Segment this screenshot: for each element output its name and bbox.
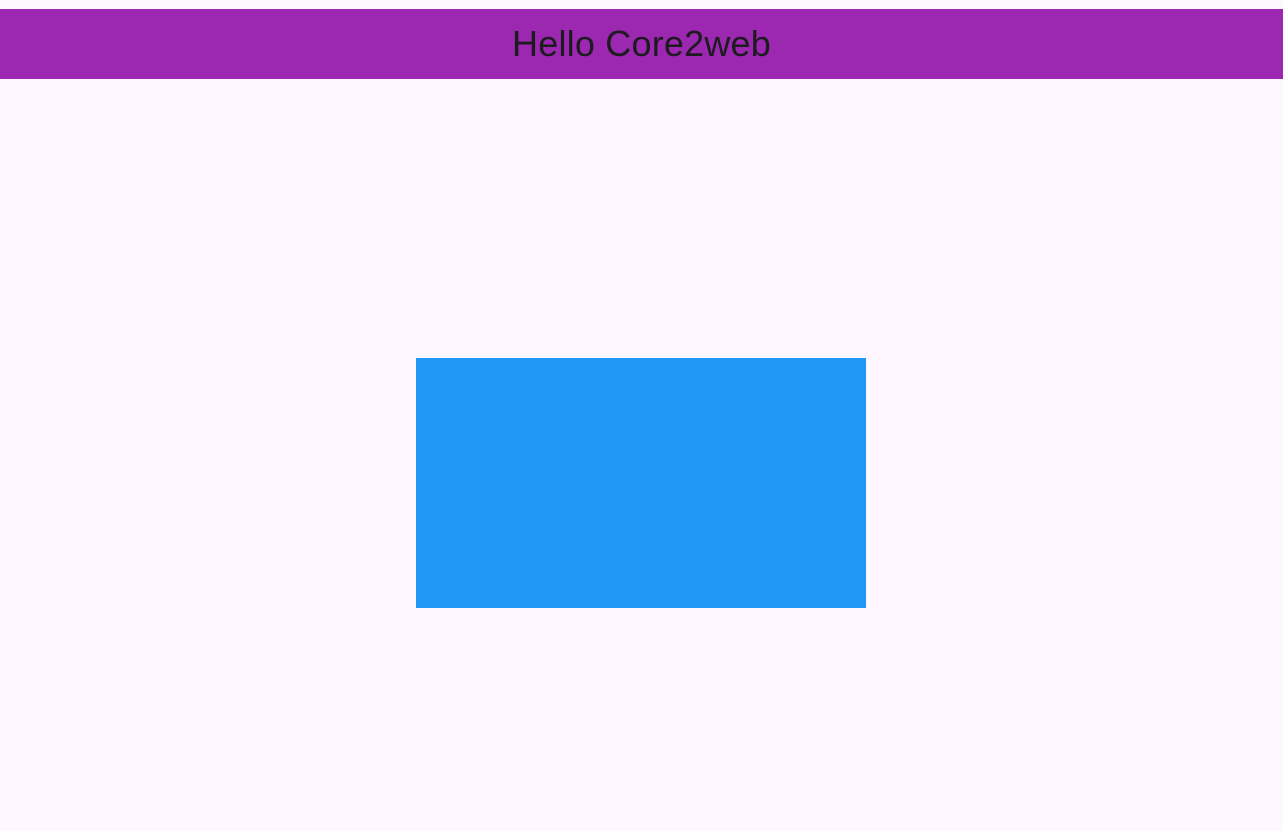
app-bar-title: Hello Core2web — [512, 23, 771, 64]
app-bar: Hello Core2web — [0, 9, 1283, 79]
status-bar-strip — [0, 0, 1283, 9]
blue-container — [416, 358, 866, 608]
page-body — [0, 79, 1283, 831]
